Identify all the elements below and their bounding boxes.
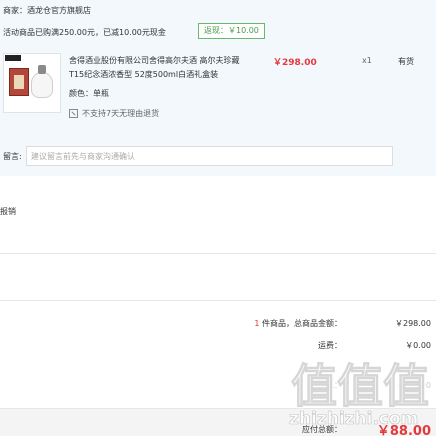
product-name-link[interactable]: 舍得酒业股份有限公司舍得高尔夫酒 高尔夫珍藏T15纪念酒浓香型 52度500ml… xyxy=(69,54,249,82)
goods-count-label: 1 件商品，总商品金额： xyxy=(254,318,342,329)
bottle-icon xyxy=(31,65,53,98)
section-divider xyxy=(0,253,436,254)
product-quantity: x1 xyxy=(362,56,372,65)
order-item-panel: 商家：酒龙仓官方旗舰店 活动商品已购满250.00元，已减10.00元现金 返现… xyxy=(0,0,436,176)
rebate-badge: 返现：￥10.00 xyxy=(198,23,265,39)
no-return-notice: 不支持7天无理由退货 xyxy=(69,108,159,119)
total-bar xyxy=(0,408,436,436)
brand-logo-icon xyxy=(5,55,21,61)
total-label: 应付总额： xyxy=(302,425,342,434)
shipping-label: 运费： xyxy=(318,341,342,350)
rebate-summary-value: -￥10.00 xyxy=(397,381,431,390)
goods-total-value: ￥298.00 xyxy=(395,319,431,328)
stock-status: 有货 xyxy=(398,57,414,66)
shipping-value: ￥0.00 xyxy=(405,341,431,350)
invoice-link[interactable]: 报销 xyxy=(0,206,16,217)
rebate-summary-label: 返现： xyxy=(318,381,342,390)
no-return-text: 不支持7天无理由退货 xyxy=(82,109,160,118)
message-label: 留言: xyxy=(3,152,22,161)
seller-name[interactable]: 商家：酒龙仓官方旗舰店 xyxy=(3,5,91,16)
goods-total-label: 件商品，总商品金额： xyxy=(259,319,342,328)
product-price: ￥298.00 xyxy=(273,58,317,68)
promo-text: 活动商品已购满250.00元，已减10.00元现金 xyxy=(3,28,166,37)
section-divider xyxy=(0,300,436,301)
total-value: ￥88.00 xyxy=(376,424,431,436)
message-input[interactable] xyxy=(26,146,393,166)
product-color: 颜色：单瓶 xyxy=(69,89,109,98)
product-thumbnail[interactable] xyxy=(3,53,61,113)
gift-box-icon xyxy=(9,68,29,96)
no-return-icon xyxy=(69,109,78,118)
